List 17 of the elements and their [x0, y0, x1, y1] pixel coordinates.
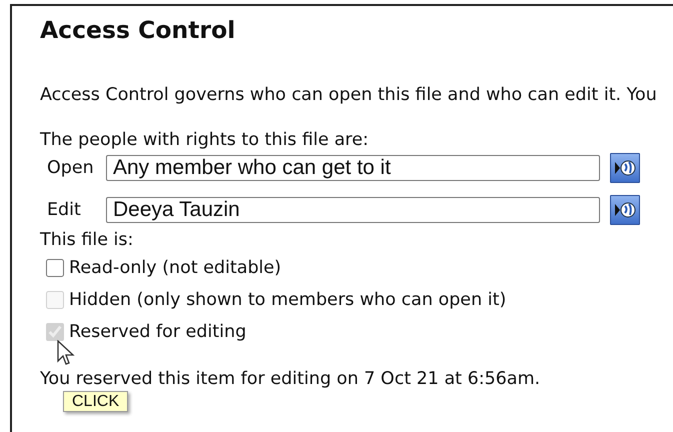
- panel-title: Access Control: [40, 16, 236, 45]
- intro-text: Access Control governs who can open this file and who can edit it. You: [40, 84, 658, 106]
- reservation-note: You reserved this item for editing on 7 Oct 21 at 6:56am.: [40, 368, 540, 390]
- people-picker-button[interactable]: [610, 195, 640, 225]
- rights-heading: The people with rights to this file are:: [40, 129, 370, 151]
- status-heading: This file is:: [40, 229, 134, 251]
- option-checkbox[interactable]: [46, 259, 64, 277]
- field-label: Open: [46, 157, 95, 179]
- click-tooltip: CLICK: [63, 391, 128, 412]
- people-field[interactable]: Deeya Tauzin: [106, 197, 600, 223]
- cursor-icon: [57, 340, 75, 366]
- option-label: Read-only (not editable): [69, 257, 282, 279]
- people-field[interactable]: Any member who can get to it: [106, 155, 600, 181]
- option-label: Reserved for editing: [69, 321, 246, 343]
- people-picker-button[interactable]: [610, 153, 640, 183]
- option-label: Hidden (only shown to members who can open it): [69, 289, 506, 311]
- field-label: Edit: [46, 199, 82, 221]
